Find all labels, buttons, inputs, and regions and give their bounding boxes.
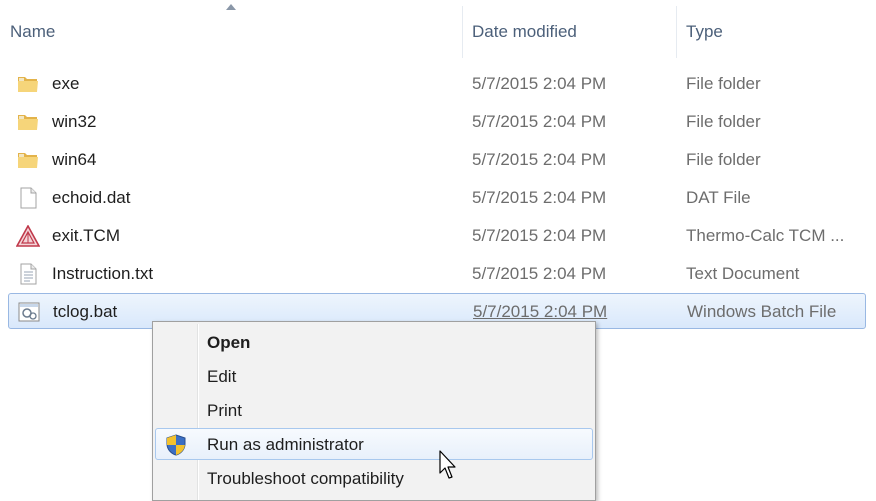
menu-item-label: Run as administrator bbox=[207, 435, 364, 454]
file-date: 5/7/2015 2:04 PM bbox=[473, 302, 608, 321]
file-row[interactable]: Instruction.txt 5/7/2015 2:04 PM Text Do… bbox=[8, 256, 866, 292]
menu-item-open[interactable]: Open bbox=[155, 326, 593, 358]
column-divider[interactable] bbox=[676, 6, 677, 58]
file-date: 5/7/2015 2:04 PM bbox=[472, 188, 607, 207]
column-header-type[interactable]: Type bbox=[686, 22, 723, 42]
folder-icon bbox=[18, 115, 38, 130]
menu-item-run-as-administrator[interactable]: Run as administrator bbox=[155, 428, 593, 460]
column-header-name[interactable]: Name bbox=[10, 22, 55, 42]
file-date: 5/7/2015 2:04 PM bbox=[472, 226, 607, 245]
folder-icon bbox=[18, 153, 38, 168]
file-name: exe bbox=[52, 74, 80, 93]
text-file-icon bbox=[20, 263, 37, 285]
menu-item-troubleshoot-compatibility[interactable]: Troubleshoot compatibility bbox=[155, 462, 593, 494]
mouse-cursor-icon bbox=[439, 450, 456, 479]
file-type: Text Document bbox=[686, 264, 800, 283]
file-type: File folder bbox=[686, 112, 761, 131]
column-header-bar: Name Date modified Type bbox=[0, 0, 876, 64]
menu-item-label: Edit bbox=[207, 367, 237, 386]
file-name: echoid.dat bbox=[52, 188, 131, 207]
menu-item-label: Print bbox=[207, 401, 242, 420]
folder-icon bbox=[18, 77, 38, 92]
file-name: tclog.bat bbox=[53, 302, 118, 321]
menu-item-label: Troubleshoot compatibility bbox=[207, 469, 404, 488]
menu-item-label: Open bbox=[207, 333, 251, 352]
file-name: win64 bbox=[52, 150, 97, 169]
file-type: Windows Batch File bbox=[687, 302, 837, 321]
context-menu: Open Edit Print Run as administrator Tro… bbox=[152, 321, 596, 501]
file-type: Thermo-Calc TCM ... bbox=[686, 226, 845, 245]
file-name: exit.TCM bbox=[52, 226, 120, 245]
file-row[interactable]: echoid.dat 5/7/2015 2:04 PM DAT File bbox=[8, 180, 866, 216]
file-date: 5/7/2015 2:04 PM bbox=[472, 112, 607, 131]
column-header-date-modified[interactable]: Date modified bbox=[472, 22, 577, 42]
thermocalc-file-icon bbox=[16, 225, 40, 247]
file-type: File folder bbox=[686, 150, 761, 169]
menu-item-print[interactable]: Print bbox=[155, 394, 593, 426]
file-name: Instruction.txt bbox=[52, 264, 154, 283]
menu-item-edit[interactable]: Edit bbox=[155, 360, 593, 392]
file-date: 5/7/2015 2:04 PM bbox=[472, 264, 607, 283]
file-type: File folder bbox=[686, 74, 761, 93]
uac-shield-icon bbox=[166, 434, 186, 456]
file-row[interactable]: exe 5/7/2015 2:04 PM File folder bbox=[8, 66, 866, 102]
batch-file-icon bbox=[18, 302, 40, 322]
file-date: 5/7/2015 2:04 PM bbox=[472, 150, 607, 169]
file-row[interactable]: win32 5/7/2015 2:04 PM File folder bbox=[8, 104, 866, 140]
sort-ascending-icon bbox=[226, 4, 236, 10]
file-type: DAT File bbox=[686, 188, 751, 207]
blank-file-icon bbox=[20, 187, 37, 209]
file-date: 5/7/2015 2:04 PM bbox=[472, 74, 607, 93]
column-divider[interactable] bbox=[462, 6, 463, 58]
file-row[interactable]: exit.TCM 5/7/2015 2:04 PM Thermo-Calc TC… bbox=[8, 218, 866, 254]
file-row[interactable]: win64 5/7/2015 2:04 PM File folder bbox=[8, 142, 866, 178]
file-name: win32 bbox=[52, 112, 97, 131]
